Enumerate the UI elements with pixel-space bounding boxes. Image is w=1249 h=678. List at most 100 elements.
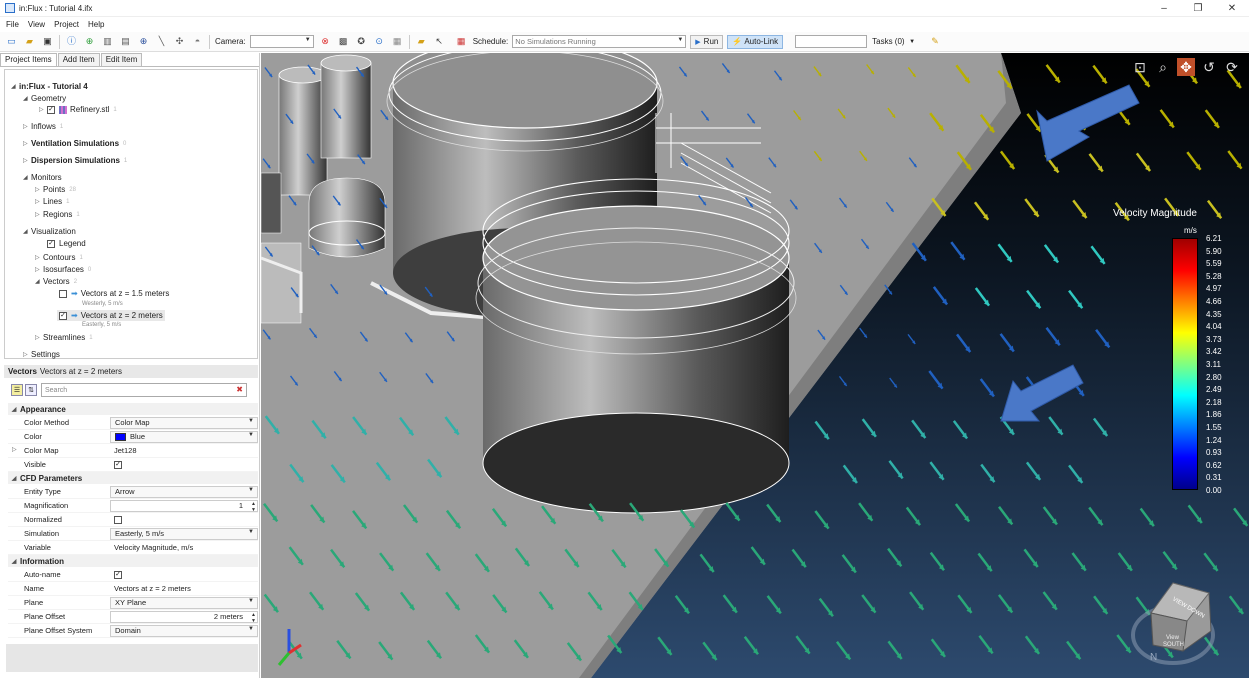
new-project-icon[interactable]: ▭: [5, 35, 18, 48]
collapse-icon: ▷: [35, 255, 40, 261]
tab-project-items[interactable]: Project Items: [0, 53, 57, 66]
screenshot-icon[interactable]: ▦: [391, 35, 404, 48]
vectors-1-5m-checkbox[interactable]: [59, 289, 67, 298]
info-icon[interactable]: ⓘ: [65, 35, 78, 48]
tree-vectors-2m[interactable]: ✓ ➡ Vectors at z = 2 meters: [57, 310, 165, 321]
scene-canvas[interactable]: View SOUTH VIEW DOWN N: [261, 53, 1249, 678]
prop-color-key: Color: [24, 432, 42, 441]
menu-file[interactable]: File: [6, 20, 19, 29]
entity-type-select[interactable]: Arrow ▼: [110, 485, 258, 498]
spinner-icon[interactable]: ▲ ▼: [251, 612, 256, 624]
category-information[interactable]: ◢ Information: [8, 555, 258, 567]
terrain-icon[interactable]: ◓: [191, 35, 204, 48]
tree-refinery[interactable]: ▷ ✓ Refinery.stl 1: [39, 105, 117, 114]
tasks-dropdown[interactable]: Tasks (0): [872, 37, 904, 46]
tree-contours[interactable]: ▷ Contours 1: [35, 253, 83, 262]
menu-view[interactable]: View: [28, 20, 45, 29]
chevron-down-icon[interactable]: ▼: [906, 35, 919, 48]
tree-points[interactable]: ▷ Points 28: [35, 185, 76, 194]
normalized-checkbox[interactable]: [114, 515, 122, 524]
crosshair-icon[interactable]: ⊙: [373, 35, 386, 48]
tree-vectors-1-5m[interactable]: ➡ Vectors at z = 1.5 meters: [59, 289, 169, 298]
folders-icon[interactable]: ▰: [415, 35, 428, 48]
small-tank-top: [320, 54, 372, 72]
tree-dispersion[interactable]: ▷ Dispersion Simulations 1: [23, 156, 127, 165]
tree-monitors[interactable]: ◢ Monitors: [23, 173, 62, 182]
simulation-select[interactable]: Easterly, 5 m/s ▼: [110, 527, 258, 540]
small-tank: [320, 62, 372, 159]
zoom-window-icon[interactable]: ⊡: [1131, 58, 1149, 76]
vectors-2m-checkbox[interactable]: ✓: [59, 311, 67, 320]
name-field[interactable]: Vectors at z = 2 meters: [110, 583, 258, 595]
delete-camera-icon[interactable]: ⊗: [319, 35, 332, 48]
auto-link-button[interactable]: ⚡ Auto-Link: [727, 34, 784, 49]
tab-add-item[interactable]: Add Item: [57, 53, 100, 66]
color-method-select[interactable]: Color Map ▼: [110, 416, 258, 429]
tree-ventilation[interactable]: ▷ Ventilation Simulations 0: [23, 139, 126, 148]
maximize-button[interactable]: ❐: [1181, 0, 1215, 17]
category-appearance[interactable]: ◢ Appearance: [8, 403, 258, 415]
calendar-icon[interactable]: ▦: [455, 35, 468, 48]
alphabetical-view-icon[interactable]: ⇅: [25, 384, 37, 396]
fan-icon[interactable]: ✣: [173, 35, 186, 48]
pencil-icon[interactable]: ✎: [929, 35, 942, 48]
tree-vec1-label: Vectors at z = 1.5 meters: [80, 289, 170, 298]
tree-inflows[interactable]: ▷ Inflows 1: [23, 122, 63, 131]
open-folder-icon[interactable]: ▰: [23, 35, 36, 48]
search-input[interactable]: Search ✖: [41, 383, 247, 397]
reset-view-icon[interactable]: ⟳: [1223, 58, 1241, 76]
refinery-checkbox[interactable]: ✓: [47, 105, 55, 114]
save-icon[interactable]: ▣: [41, 35, 54, 48]
close-button[interactable]: ✕: [1215, 0, 1249, 17]
spinner-icon[interactable]: ▲ ▼: [251, 501, 256, 513]
line-icon[interactable]: ╲: [155, 35, 168, 48]
legend-tick-label: 4.97: [1206, 284, 1222, 294]
menu-help[interactable]: Help: [88, 20, 104, 29]
camera-select[interactable]: ▼: [249, 35, 314, 48]
plane-select[interactable]: XY Plane ▼: [110, 596, 258, 609]
color-map-value[interactable]: Jet128: [110, 445, 258, 457]
autoname-checkbox[interactable]: ✓: [114, 570, 122, 579]
tree-visualization[interactable]: ◢ Visualization: [23, 227, 76, 236]
tree-legend[interactable]: ✓ Legend: [39, 239, 86, 248]
zoom-icon[interactable]: ⌕: [1154, 58, 1172, 76]
category-cfd-parameters[interactable]: ◢ CFD Parameters: [8, 472, 258, 484]
categorized-view-icon[interactable]: ☰: [11, 384, 23, 396]
legend-checkbox[interactable]: ✓: [47, 239, 55, 248]
tree-vectors[interactable]: ◢ Vectors 2: [35, 277, 77, 286]
add-item-icon[interactable]: ⊕: [83, 35, 96, 48]
collapse-icon[interactable]: ▷: [12, 446, 17, 453]
tree-settings[interactable]: ▷ Settings: [23, 350, 60, 359]
chevron-down-icon: ▼: [248, 597, 254, 604]
settings-gear-icon[interactable]: ✪: [355, 35, 368, 48]
tree-streamlines[interactable]: ▷ Streamlines 1: [35, 333, 93, 342]
legend-tick-label: 0.00: [1206, 486, 1222, 495]
pointer-icon[interactable]: ↖: [433, 35, 446, 48]
magnification-stepper[interactable]: 1 ▲ ▼: [110, 499, 258, 513]
tab-edit-item[interactable]: Edit Item: [100, 53, 143, 66]
prop-offsys-key: Plane Offset System: [24, 626, 93, 635]
minimize-button[interactable]: –: [1147, 0, 1181, 17]
rotate-icon[interactable]: ↺: [1200, 58, 1218, 76]
target-icon[interactable]: ⊕: [137, 35, 150, 48]
tower-icon[interactable]: ▥: [101, 35, 114, 48]
offset-system-select[interactable]: Domain ▼: [110, 624, 258, 637]
clear-search-icon[interactable]: ✖: [236, 385, 243, 394]
schedule-select[interactable]: No Simulations Running ▼: [512, 35, 687, 48]
run-button[interactable]: ▶ Run: [690, 34, 724, 49]
camera-icon[interactable]: ▩: [337, 35, 350, 48]
visible-checkbox[interactable]: ✓: [114, 460, 122, 469]
tree-isosurfaces[interactable]: ▷ Isosurfaces 0: [35, 265, 91, 274]
collapse-icon: ▷: [35, 267, 40, 273]
color-select[interactable]: Blue ▼: [110, 430, 258, 443]
3d-viewport[interactable]: View SOUTH VIEW DOWN N ⊡ ⌕ ✥ ↺ ⟳ Velocit…: [261, 53, 1249, 678]
variable-value[interactable]: Velocity Magnitude, m/s: [110, 542, 258, 554]
tree-lines[interactable]: ▷ Lines 1: [35, 197, 69, 206]
menu-project[interactable]: Project: [54, 20, 79, 29]
tree-regions[interactable]: ▷ Regions 1: [35, 210, 80, 219]
tree-root[interactable]: ◢ in:Flux - Tutorial 4: [11, 82, 88, 91]
plane-offset-stepper[interactable]: 2 meters ▲ ▼: [110, 610, 258, 624]
tree-geometry[interactable]: ◢ Geometry: [23, 94, 66, 103]
monitor-icon[interactable]: ▤: [119, 35, 132, 48]
pan-icon[interactable]: ✥: [1177, 58, 1195, 76]
